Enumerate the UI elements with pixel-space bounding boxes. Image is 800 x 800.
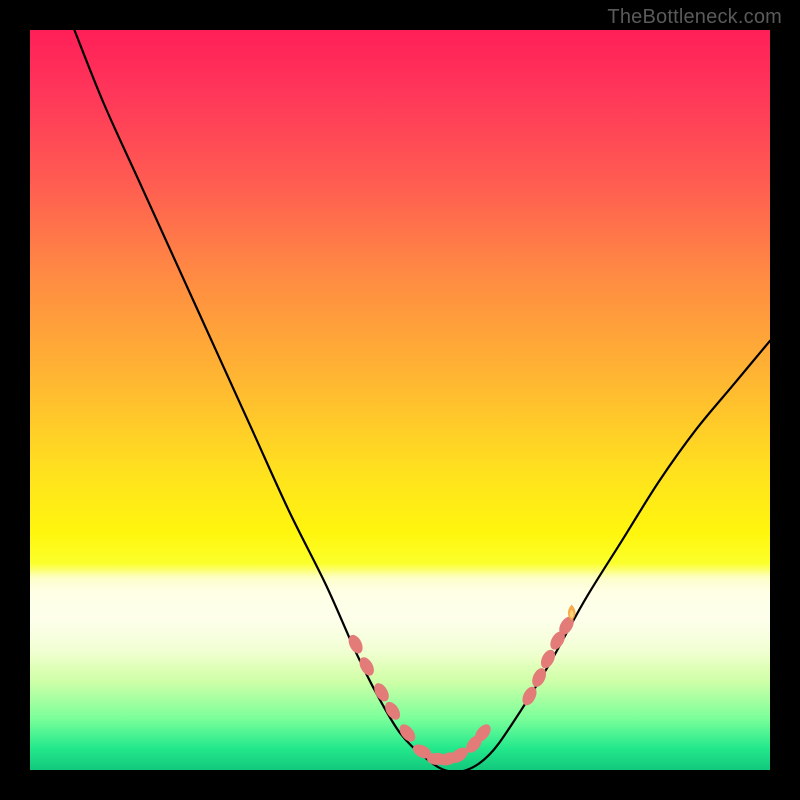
curve-line [74,30,770,770]
watermark-text: TheBottleneck.com [607,6,782,29]
chart-frame: TheBottleneck.com [0,0,800,800]
chart-svg [30,30,770,770]
curve-markers [346,605,577,768]
plot-area [30,30,770,770]
